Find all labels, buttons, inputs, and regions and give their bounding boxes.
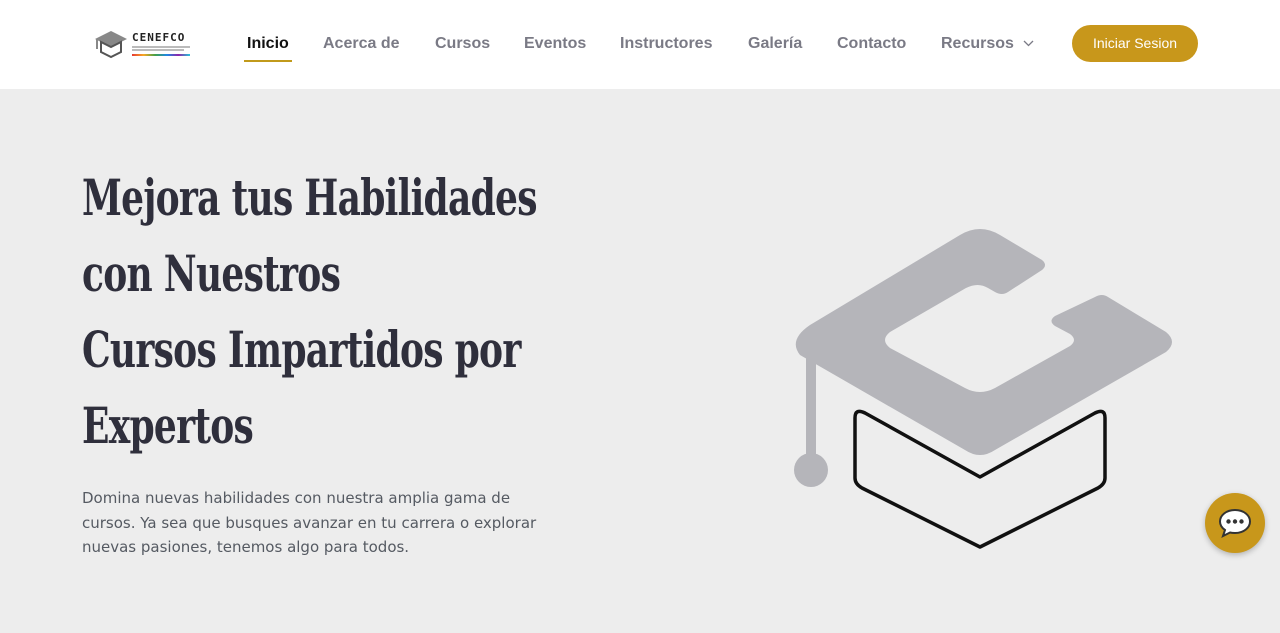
top-navbar: CENEFCO Inicio Acerca de Cursos Eventos … (0, 0, 1280, 89)
chat-bubble-icon (1218, 508, 1252, 538)
nav-item-contacto[interactable]: Contacto (837, 34, 906, 54)
hero-title-line: con Nuestros (82, 244, 341, 303)
nav-item-instructores[interactable]: Instructores (620, 34, 712, 54)
hero-title-line: Mejora tus Habilidades (82, 168, 537, 227)
login-button[interactable]: Iniciar Sesion (1072, 25, 1198, 62)
nav-item-inicio[interactable]: Inicio (247, 34, 289, 54)
active-nav-underline (244, 60, 292, 62)
hero-description: Domina nuevas habilidades con nuestra am… (82, 489, 537, 556)
chevron-down-icon (1023, 40, 1034, 47)
nav-item-eventos[interactable]: Eventos (524, 34, 586, 54)
graduation-cap-icon (794, 229, 1172, 549)
logo-subline (132, 49, 184, 51)
nav-item-galeria[interactable]: Galería (748, 34, 802, 54)
logo-text: CENEFCO (132, 31, 186, 44)
nav-item-recursos-label: Recursos (941, 35, 1014, 52)
logo-cap-icon (95, 31, 127, 59)
logo-subline (132, 46, 190, 48)
nav-item-recursos[interactable]: Recursos (941, 34, 1034, 54)
hero-title: Mejora tus Habilidades con Nuestros Curs… (82, 160, 537, 464)
cenefco-logo[interactable]: CENEFCO (93, 27, 193, 59)
nav-item-cursos[interactable]: Cursos (435, 34, 490, 54)
hero-title-line: Cursos Impartidos por (82, 320, 521, 379)
nav-item-acerca-de[interactable]: Acerca de (323, 34, 400, 54)
hero-title-line: Expertos (82, 396, 254, 455)
chat-button[interactable] (1205, 493, 1265, 553)
logo-color-bar (132, 54, 190, 56)
